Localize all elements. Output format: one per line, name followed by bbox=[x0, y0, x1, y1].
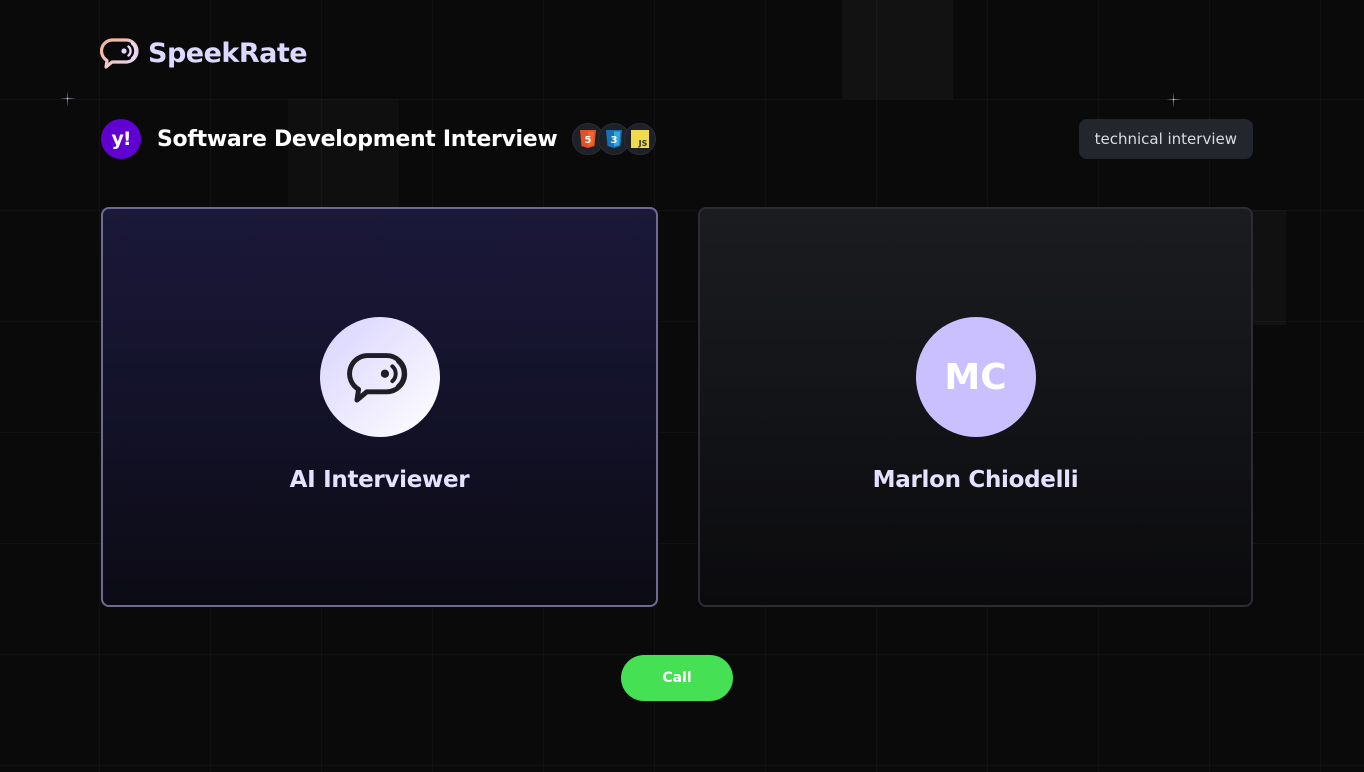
page: SpeekRate y! Software Development Interv… bbox=[0, 0, 1364, 772]
ai-avatar bbox=[319, 317, 440, 437]
ai-interviewer-card: AI Interviewer bbox=[101, 207, 658, 607]
css3-icon-label: 3 bbox=[611, 135, 618, 146]
sparkle-decoration bbox=[1166, 92, 1182, 108]
tech-stack: 5 3 JS bbox=[572, 123, 657, 155]
interview-header: y! Software Development Interview 5 3 JS bbox=[101, 119, 657, 159]
call-button[interactable]: Call bbox=[621, 655, 733, 701]
interview-type-badge: technical interview bbox=[1078, 119, 1253, 159]
sparkle-decoration bbox=[60, 91, 76, 107]
ai-interviewer-name: AI Interviewer bbox=[289, 467, 470, 493]
javascript-icon: JS bbox=[624, 123, 657, 155]
company-logo: y! bbox=[101, 119, 141, 159]
chat-signal-icon bbox=[100, 38, 139, 69]
background-tile bbox=[842, 0, 953, 99]
user-avatar: MC bbox=[915, 317, 1036, 437]
html5-icon-label: 5 bbox=[585, 135, 592, 146]
brand-header[interactable]: SpeekRate bbox=[100, 36, 308, 70]
interview-title: Software Development Interview bbox=[157, 126, 558, 152]
user-name: Marlon Chiodelli bbox=[872, 467, 1079, 493]
chat-signal-icon bbox=[346, 353, 407, 403]
user-card: MC Marlon Chiodelli bbox=[698, 207, 1253, 607]
javascript-icon-label: JS bbox=[638, 139, 648, 148]
brand-name: SpeekRate bbox=[148, 37, 308, 69]
